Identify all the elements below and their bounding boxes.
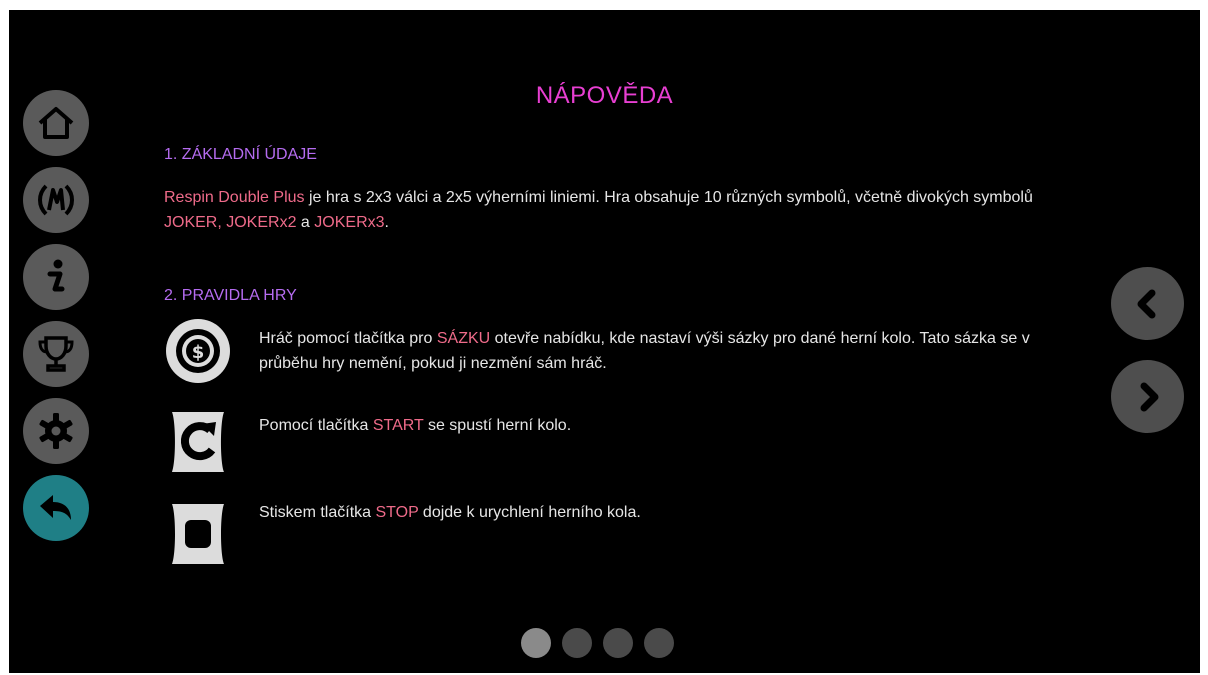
section-heading-basic-info: 1. ZÁKLADNÍ ÚDAJE xyxy=(164,146,317,163)
back-arrow-icon xyxy=(40,495,71,520)
trophy-icon xyxy=(38,336,74,372)
wild-symbols-1: JOKER, JOKERx2 xyxy=(164,214,297,231)
rule-start-post: se spustí herní kolo. xyxy=(423,417,572,434)
rule-bet-text: Hráč pomocí tlačítka pro SÁZKU otevře na… xyxy=(259,326,1059,376)
info-icon xyxy=(47,259,65,292)
chevron-right-icon xyxy=(1140,382,1158,411)
paytable-button[interactable] xyxy=(23,167,89,233)
next-page-button[interactable] xyxy=(1111,360,1184,433)
bet-coin-icon: $ xyxy=(166,319,230,383)
page-title: NÁPOVĚDA xyxy=(535,82,674,109)
section-heading-rules: 2. PRAVIDLA HRY xyxy=(164,287,297,304)
rule-start-text: Pomocí tlačítka START se spustí herní ko… xyxy=(259,413,1059,438)
rule-stop-text: Stiskem tlačítka STOP dojde k urychlení … xyxy=(259,500,1059,525)
rule-start-keyword: START xyxy=(372,417,424,434)
trophy-button[interactable] xyxy=(23,321,89,387)
page-indicator xyxy=(521,628,674,658)
game-name: Respin Double Plus xyxy=(164,189,305,206)
page-dot-3[interactable] xyxy=(603,628,633,658)
basic-info-text-b: a xyxy=(296,214,315,231)
wild-symbols-2: JOKERx3 xyxy=(314,214,385,231)
rule-stop-pre: Stiskem tlačítka xyxy=(259,504,376,521)
page-dot-2[interactable] xyxy=(562,628,592,658)
basic-info-text-c: . xyxy=(384,214,389,231)
rule-stop-post: dojde k urychlení herního kola. xyxy=(418,504,641,521)
stop-icon xyxy=(172,504,224,564)
start-spin-icon xyxy=(172,412,224,472)
page-dot-1[interactable] xyxy=(521,628,551,658)
svg-text:$: $ xyxy=(192,342,205,363)
gear-icon xyxy=(39,413,73,449)
rule-start-pre: Pomocí tlačítka xyxy=(259,417,373,434)
rule-bet-pre: Hráč pomocí tlačítka pro xyxy=(259,330,437,347)
paytable-icon xyxy=(38,184,74,216)
settings-button[interactable] xyxy=(23,398,89,464)
basic-info-paragraph: Respin Double Plus je hra s 2x3 válci a … xyxy=(164,185,1064,235)
chevron-left-icon xyxy=(1137,289,1155,318)
page-dot-4[interactable] xyxy=(644,628,674,658)
basic-info-text-a: je hra s 2x3 válci a 2x5 výherními linie… xyxy=(304,189,1033,206)
help-screen: NÁPOVĚDA 1. ZÁKLADNÍ ÚDAJE Respin Double… xyxy=(9,10,1200,673)
rule-stop-keyword: STOP xyxy=(375,504,419,521)
info-button[interactable] xyxy=(23,244,89,310)
previous-page-button[interactable] xyxy=(1111,267,1184,340)
back-button[interactable] xyxy=(23,475,89,541)
rule-bet-keyword: SÁZKU xyxy=(436,330,491,347)
